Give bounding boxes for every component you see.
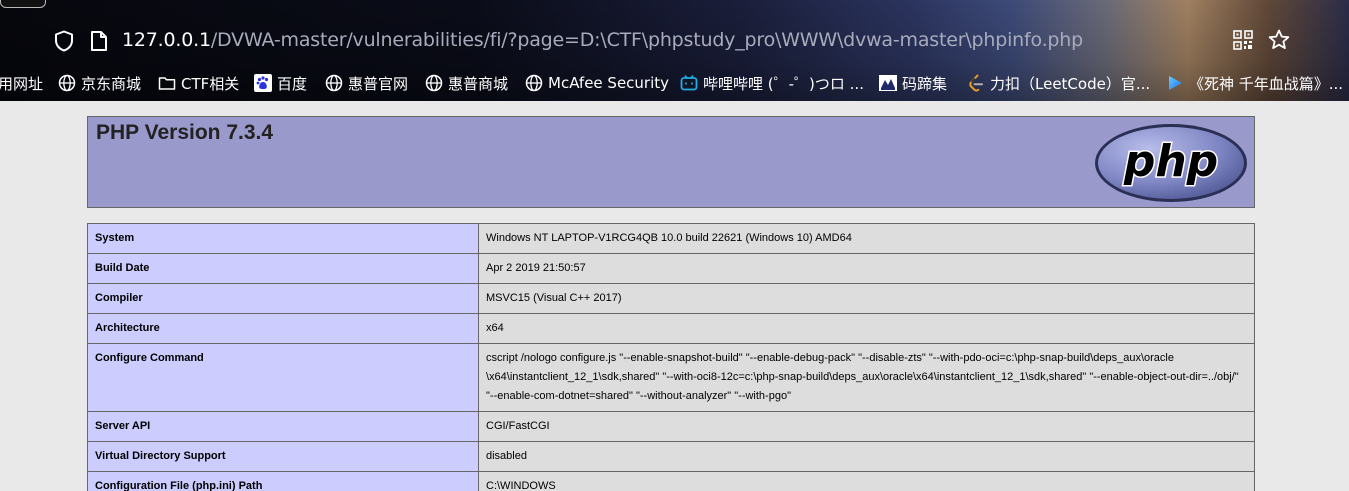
bookmark-item[interactable]: 惠普官网 xyxy=(325,70,408,96)
table-row: Build Date Apr 2 2019 21:50:57 xyxy=(87,253,1255,284)
bookmark-item[interactable]: 百度 xyxy=(254,70,307,96)
globe-icon xyxy=(425,74,443,92)
table-row: Compiler MSVC15 (Visual C++ 2017) xyxy=(87,283,1255,314)
url-host: 127.0.0.1 xyxy=(122,29,211,51)
table-row: Virtual Directory Support disabled xyxy=(87,441,1255,472)
row-value: Apr 2 2019 21:50:57 xyxy=(478,253,1255,284)
table-row: Architecture x64 xyxy=(87,313,1255,344)
bookmark-label: 力扣（LeetCode）官... xyxy=(990,74,1151,93)
row-value: disabled xyxy=(478,441,1255,472)
leetcode-icon xyxy=(969,74,983,92)
bookmark-item[interactable]: 京东商城 xyxy=(58,70,141,96)
bookmark-label: 用网址 xyxy=(0,74,44,93)
bookmark-label: 《死神 千年血战篇》... xyxy=(1189,74,1344,93)
page-icon[interactable] xyxy=(90,30,108,52)
bookmark-label: 哔哩哔哩 (゜-゜)つロ ... xyxy=(703,74,864,93)
bookmark-label: 码蹄集 xyxy=(902,74,948,93)
bookmark-label: McAfee Security xyxy=(548,74,670,92)
phpinfo-header: PHP Version 7.3.4 php php xyxy=(87,116,1255,208)
row-key: Virtual Directory Support xyxy=(87,441,479,472)
row-value: MSVC15 (Visual C++ 2017) xyxy=(478,283,1255,314)
configure-line: \x64\instantclient_12_1\sdk,shared" "--w… xyxy=(486,371,1239,383)
table-row: Configuration File (php.ini) Path C:\WIN… xyxy=(87,471,1255,491)
page-content: PHP Version 7.3.4 php php System Windows… xyxy=(0,101,1349,491)
bookmark-item[interactable]: 用网址 xyxy=(0,70,43,96)
browser-chrome: 127.0.0.1/DVWA-master/vulnerabilities/fi… xyxy=(0,0,1349,101)
row-key: Server API xyxy=(87,411,479,442)
php-logo-text: php xyxy=(1123,136,1218,187)
baidu-icon xyxy=(254,74,272,92)
row-value: cscript /nologo configure.js "--enable-s… xyxy=(478,343,1255,412)
row-key: Configure Command xyxy=(87,343,479,412)
url-path: /DVWA-master/vulnerabilities/fi/?page=D:… xyxy=(210,29,1083,51)
bookmark-label: 惠普官网 xyxy=(348,74,409,93)
row-key: Compiler xyxy=(87,283,479,314)
row-value: CGI/FastCGI xyxy=(478,411,1255,442)
bookmark-item[interactable]: 哔哩哔哩 (゜-゜)つロ ... xyxy=(680,70,864,96)
page-title: PHP Version 7.3.4 xyxy=(96,121,274,144)
row-key: Configuration File (php.ini) Path xyxy=(87,471,479,491)
matiji-icon xyxy=(879,75,897,91)
globe-icon xyxy=(325,74,343,92)
bookmark-label: CTF相关 xyxy=(181,74,240,93)
bookmark-label: 惠普商城 xyxy=(448,74,509,93)
url-text[interactable]: 127.0.0.1/DVWA-master/vulnerabilities/fi… xyxy=(122,29,1083,51)
phpinfo-table: System Windows NT LAPTOP-V1RCG4QB 10.0 b… xyxy=(87,223,1255,491)
shield-icon[interactable] xyxy=(54,30,74,52)
table-row: Server API CGI/FastCGI xyxy=(87,411,1255,442)
row-value: x64 xyxy=(478,313,1255,344)
video-icon xyxy=(1169,76,1182,90)
bookmark-item[interactable]: 惠普商城 xyxy=(425,70,508,96)
configure-line: "--enable-com-dotnet=shared" "--without-… xyxy=(486,390,791,402)
bookmark-item[interactable]: 《死神 千年血战篇》... xyxy=(1166,70,1343,96)
qr-code-icon[interactable] xyxy=(1233,30,1253,50)
table-row: Configure Command cscript /nologo config… xyxy=(87,343,1255,412)
folder-icon xyxy=(158,77,176,90)
configure-line: cscript /nologo configure.js "--enable-s… xyxy=(486,352,1174,364)
bookmark-label: 百度 xyxy=(277,74,308,93)
bookmark-item[interactable]: 力扣（LeetCode）官... xyxy=(967,70,1150,96)
table-row: System Windows NT LAPTOP-V1RCG4QB 10.0 b… xyxy=(87,223,1255,254)
bookmark-item[interactable]: 码蹄集 xyxy=(879,70,947,96)
row-key: Build Date xyxy=(87,253,479,284)
row-key: System xyxy=(87,223,479,254)
tab-stub[interactable] xyxy=(0,0,46,8)
globe-icon xyxy=(525,74,543,92)
star-icon[interactable] xyxy=(1267,28,1291,52)
row-key: Architecture xyxy=(87,313,479,344)
bilibili-icon xyxy=(680,75,698,91)
bookmark-item[interactable]: McAfee Security xyxy=(525,70,669,96)
globe-icon xyxy=(58,74,76,92)
address-bar[interactable]: 127.0.0.1/DVWA-master/vulnerabilities/fi… xyxy=(0,22,1349,60)
row-value: C:\WINDOWS xyxy=(478,471,1255,491)
row-value: Windows NT LAPTOP-V1RCG4QB 10.0 build 22… xyxy=(478,223,1255,254)
php-logo[interactable]: php php xyxy=(1094,123,1248,203)
bookmarks-bar: 用网址 京东商城 CTF相关 百度 惠普官网 惠普商城 McAfee Secur… xyxy=(0,70,1349,96)
bookmark-label: 京东商城 xyxy=(81,74,142,93)
bookmark-item[interactable]: CTF相关 xyxy=(158,70,239,96)
